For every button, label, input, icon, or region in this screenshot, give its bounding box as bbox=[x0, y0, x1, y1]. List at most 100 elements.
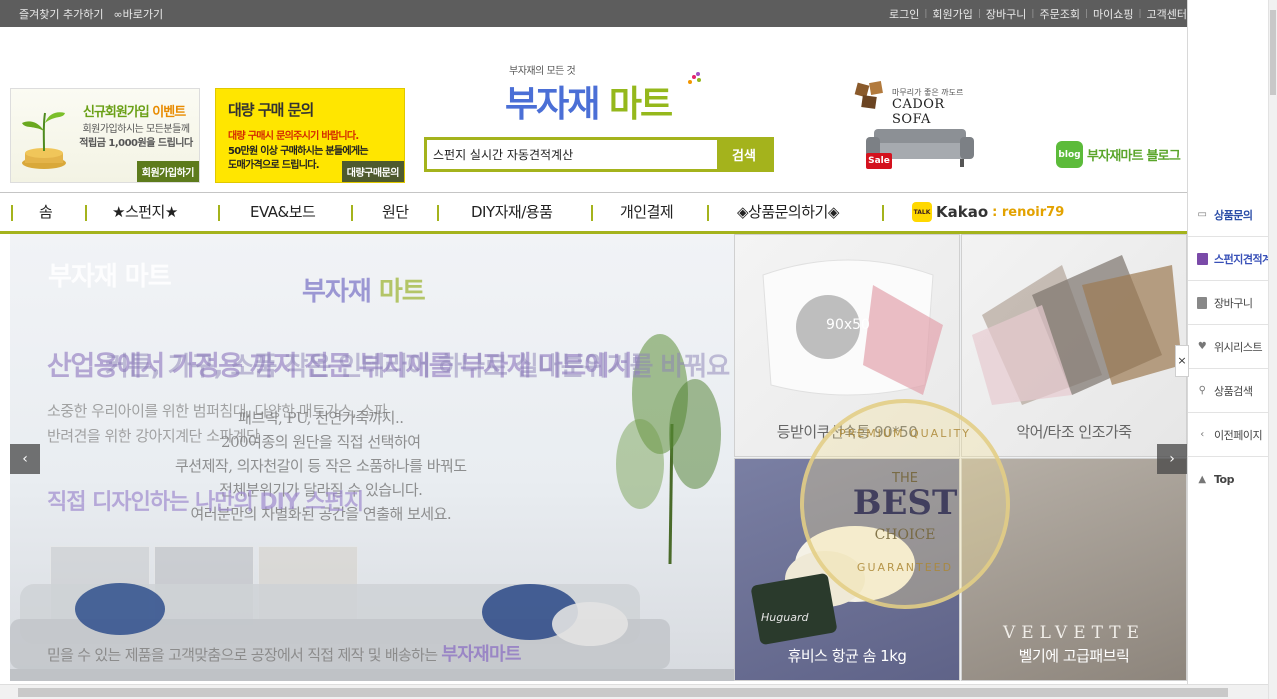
kakao-id: : renoir79 bbox=[992, 204, 1065, 220]
quick-item-sponge-calc[interactable]: 스펀지견적계산기 bbox=[1188, 237, 1274, 281]
hero-slider: 부자재 마트 부자재 마트 산업용에서 가정용 까지 전문 부자재를 부자재 마… bbox=[10, 234, 1187, 681]
vertical-scrollbar[interactable] bbox=[1268, 0, 1277, 699]
quick-item-top[interactable]: ▲ Top bbox=[1188, 457, 1274, 501]
nav-item-cotton[interactable]: 솜 bbox=[39, 193, 53, 231]
cart-link[interactable]: 장바구니 bbox=[986, 6, 1026, 22]
bulk-banner-title: 대량 구매 문의 bbox=[228, 101, 314, 119]
search-bar: 검색 bbox=[424, 137, 774, 172]
separator: | bbox=[1031, 9, 1035, 19]
quick-menu-sidebar: ▭상품문의 스펀지견적계산기 장바구니 ♥위시리스트 ⚲상품검색 ‹이전페이지 … bbox=[1187, 0, 1277, 699]
signup-event-banner[interactable]: 신규회원가입 이벤트 회원가입하시는 모든분들께적립금 1,000원을 드립니다… bbox=[10, 88, 200, 183]
quick-item-label: 장바구니 bbox=[1214, 296, 1253, 310]
nav-item-diy[interactable]: DIY자재/용품 bbox=[471, 193, 553, 231]
hero-logo-color: 부자재 마트 bbox=[302, 271, 426, 308]
login-link[interactable]: 로그인 bbox=[889, 6, 919, 22]
search-icon: ⚲ bbox=[1198, 385, 1206, 396]
nav-separator bbox=[11, 205, 13, 221]
plant-decoration bbox=[616, 334, 721, 564]
signup-desc-line2: 적립금 1,000원을 드립니다 bbox=[79, 138, 193, 149]
blog-link[interactable]: blog 부자재마트 블로그 bbox=[1056, 141, 1181, 168]
logo-wordmark: 부자재 마트 bbox=[505, 75, 673, 127]
nav-separator bbox=[351, 205, 353, 221]
quick-close-button[interactable]: × bbox=[1175, 345, 1189, 377]
hero-headline-3: 직접 디자인하는 나만의 DIY 스펀지 bbox=[47, 490, 364, 515]
sale-badge: Sale bbox=[866, 153, 892, 169]
topbar-left-links: 즐겨찾기 추가하기 ∞바로가기 bbox=[19, 6, 163, 22]
hero-footer-a: 믿을 수 있는 제품을 고객맞춤으로 공장에서 직접 제작 및 배송하는 bbox=[47, 646, 442, 664]
quick-item-label: 스펀지견적계산기 bbox=[1214, 252, 1274, 266]
hero-footer-text: 믿을 수 있는 제품을 고객맞춤으로 공장에서 직접 제작 및 배송하는 부자재… bbox=[47, 640, 521, 666]
nav-item-sponge[interactable]: ★스펀지★ bbox=[112, 193, 178, 231]
seal-choice: CHOICE bbox=[874, 527, 936, 543]
customer-center-link[interactable]: 고객센터 bbox=[1147, 6, 1187, 22]
horizontal-scrollbar[interactable] bbox=[0, 684, 1268, 699]
signup-link[interactable]: 회원가입 bbox=[932, 6, 972, 22]
signup-banner-title: 신규회원가입 이벤트 bbox=[83, 101, 186, 120]
quick-item-inquiry[interactable]: ▭ 상품문의 bbox=[1188, 193, 1274, 237]
tile-caption: 벨기에 고급패브릭 bbox=[1018, 647, 1130, 665]
bulk-order-banner[interactable]: 대량 구매 문의 대량 구매시 문의주시기 바랍니다. 50만원 이상 구매하시… bbox=[215, 88, 405, 183]
quick-item-cart[interactable]: 장바구니 bbox=[1188, 281, 1274, 325]
nav-separator bbox=[218, 205, 220, 221]
hero-main-slide[interactable]: 부자재 마트 부자재 마트 산업용에서 가정용 까지 전문 부자재를 부자재 마… bbox=[10, 234, 734, 681]
quick-item-label: 상품문의 bbox=[1214, 208, 1253, 222]
kakao-talk-icon: TALK bbox=[912, 202, 932, 222]
nav-separator bbox=[591, 205, 593, 221]
logo-dots-icon bbox=[688, 72, 701, 84]
top-utility-bar: 즐겨찾기 추가하기 ∞바로가기 로그인 | 회원가입 | 장바구니 | 주문조회 | 마… bbox=[0, 0, 1187, 27]
cador-sofa-banner[interactable]: 마무리가 좋은 까도르 CADOR SOFA Sale bbox=[852, 75, 977, 175]
money-plant-icon bbox=[22, 112, 66, 169]
signup-desc-line1: 회원가입하시는 모든분들께 bbox=[82, 124, 190, 135]
best-choice-seal: PREMIUM QUALITY THE BEST CHOICE GUARANTE… bbox=[800, 399, 1010, 609]
inquiry-icon: ▭ bbox=[1197, 209, 1207, 220]
nav-separator bbox=[707, 205, 709, 221]
search-input[interactable] bbox=[427, 140, 717, 169]
calculator-icon bbox=[1196, 252, 1208, 265]
signup-title-text: 신규회원가입 bbox=[83, 105, 153, 120]
nav-item-inquiry[interactable]: ◈상품문의하기◈ bbox=[737, 193, 839, 231]
nav-separator bbox=[882, 205, 884, 221]
tile-caption: 휴비스 항균 솜 1kg bbox=[787, 647, 907, 665]
hero-p2-line: 패브릭, PU, 천연가죽까지.. bbox=[238, 409, 404, 427]
nav-item-fabric[interactable]: 원단 bbox=[382, 193, 409, 231]
nav-separator bbox=[85, 205, 87, 221]
hero-p2-line: 쿠션제작, 의자천갈이 등 작은 소품하나를 바꿔도 bbox=[175, 457, 467, 475]
scrollbar-thumb[interactable] bbox=[1270, 10, 1276, 95]
slider-next-button[interactable]: › bbox=[1157, 444, 1187, 474]
nav-separator bbox=[437, 205, 439, 221]
quick-item-label: Top bbox=[1214, 472, 1234, 486]
size-badge: 90x50 bbox=[826, 317, 870, 333]
nav-item-eva-board[interactable]: EVA&보드 bbox=[250, 193, 316, 231]
signup-button[interactable]: 회원가입하기 bbox=[136, 161, 199, 182]
seal-best: BEST bbox=[852, 483, 958, 523]
quick-item-wishlist[interactable]: ♥ 위시리스트 bbox=[1188, 325, 1274, 369]
my-shopping-link[interactable]: 마이쇼핑 bbox=[1093, 6, 1133, 22]
site-logo[interactable]: 부자재의 모든 것 부자재 마트 bbox=[425, 57, 775, 127]
quick-item-search[interactable]: ⚲ 상품검색 bbox=[1188, 369, 1274, 413]
kakao-contact[interactable]: TALK Kakao : renoir79 bbox=[912, 202, 1064, 222]
bulk-banner-line2: 50만원 이상 구매하시는 분들에게는 bbox=[228, 146, 369, 157]
shortcut-link[interactable]: ∞바로가기 bbox=[113, 6, 163, 22]
bookmark-link[interactable]: 즐겨찾기 추가하기 bbox=[19, 6, 103, 22]
hero-logo-part-b: 마트 bbox=[378, 277, 426, 307]
seal-bottom-text: GUARANTEED bbox=[856, 561, 954, 574]
product-tile[interactable]: 악어/타조 인조가죽 bbox=[961, 234, 1187, 457]
quick-item-back[interactable]: ‹ 이전페이지 bbox=[1188, 413, 1274, 457]
kakao-label: Kakao bbox=[936, 203, 989, 221]
signup-banner-desc: 회원가입하시는 모든분들께적립금 1,000원을 드립니다 bbox=[75, 123, 197, 151]
bulk-banner-line3: 도매가격으로 드립니다. bbox=[228, 160, 320, 171]
back-icon: ‹ bbox=[1200, 429, 1204, 440]
main-nav: 솜 ★스펀지★ EVA&보드 원단 DIY자재/용품 개인결제 ◈상품문의하기◈… bbox=[0, 192, 1187, 234]
order-lookup-link[interactable]: 주문조회 bbox=[1039, 6, 1079, 22]
search-button[interactable]: 검색 bbox=[717, 140, 771, 169]
leather-swatch-image bbox=[972, 255, 1182, 405]
nav-item-personal-payment[interactable]: 개인결제 bbox=[620, 193, 674, 231]
seal-top-text: PREMIUM QUALITY bbox=[838, 427, 972, 440]
slider-prev-button[interactable]: ‹ bbox=[10, 444, 40, 474]
hero-logo-white: 부자재 마트 bbox=[48, 262, 172, 292]
hero-footer-b: 부자재마트 bbox=[441, 644, 521, 665]
hero-logo-part-a: 부자재 bbox=[302, 277, 379, 307]
scrollbar-thumb[interactable] bbox=[18, 688, 1228, 697]
bulk-order-button[interactable]: 대량구매문의 bbox=[341, 161, 404, 182]
heart-icon: ♥ bbox=[1197, 341, 1207, 352]
